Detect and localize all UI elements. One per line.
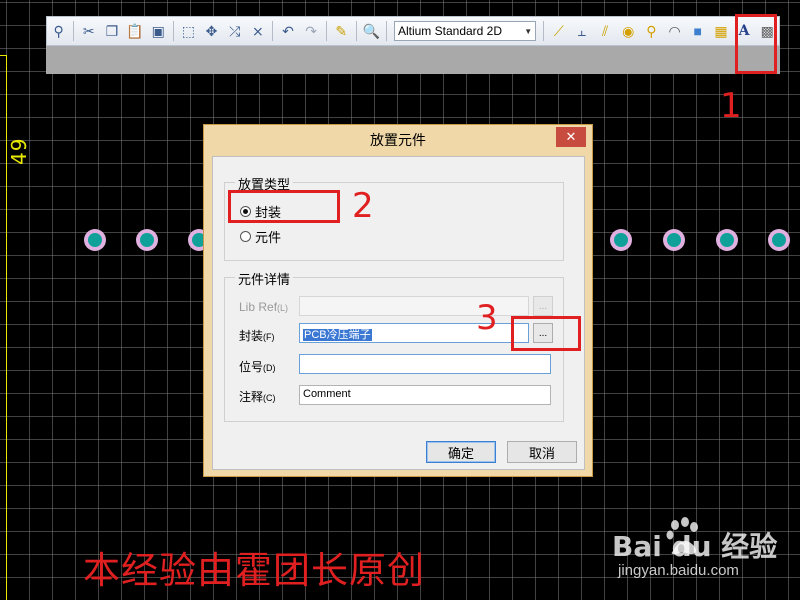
annotation-number-3: 3 xyxy=(476,298,498,338)
fill-icon[interactable]: ■ xyxy=(688,21,707,41)
cross-select-icon[interactable]: ⤮ xyxy=(225,21,244,41)
baidu-jingyan-logo: Bai du 经验 xyxy=(612,530,778,563)
board-outline-tick xyxy=(0,55,7,56)
interactive-route-icon[interactable]: ✎ xyxy=(332,21,351,41)
cut-icon[interactable]: ✂ xyxy=(79,21,98,41)
designator-field[interactable] xyxy=(299,354,551,374)
toolbar-separator xyxy=(172,21,174,41)
ok-button[interactable]: 确定 xyxy=(426,441,496,463)
annotation-box-2 xyxy=(228,190,340,223)
view-config-select[interactable]: Altium Standard 2D ▼ xyxy=(393,21,537,41)
move-icon[interactable]: ✥ xyxy=(202,21,221,41)
chevron-down-icon: ▼ xyxy=(524,26,533,36)
pcb-pad[interactable] xyxy=(136,229,158,251)
pcb-pad[interactable] xyxy=(716,229,738,251)
annotation-number-1: 1 xyxy=(720,86,742,126)
toolbar-separator xyxy=(272,21,274,41)
diff-pair-icon[interactable]: ⫽ xyxy=(595,21,614,41)
rubber-stamp-icon[interactable]: ▣ xyxy=(149,21,168,41)
dimension-label: 49 xyxy=(7,137,31,165)
close-icon: ✕ xyxy=(565,129,577,144)
clear-filter-icon[interactable]: ⨯ xyxy=(248,21,267,41)
radio-unchecked-icon xyxy=(240,231,251,242)
filter-icon[interactable]: ⚲ xyxy=(49,21,68,41)
author-watermark: 本经验由霍团长原创 xyxy=(83,549,425,592)
toolbar-separator xyxy=(73,21,75,41)
footprint-value: PCB冷压端子 xyxy=(303,329,372,341)
toolbar-separator xyxy=(543,21,545,41)
view-config-value: Altium Standard 2D xyxy=(397,24,503,38)
designator-label: 位号(D) xyxy=(239,360,276,374)
multi-route-icon[interactable]: ⫠ xyxy=(572,21,591,41)
cancel-button[interactable]: 取消 xyxy=(507,441,577,463)
footprint-label: 封装(F) xyxy=(239,329,275,343)
redo-icon[interactable]: ↷ xyxy=(302,21,321,41)
radio-component-label: 元件 xyxy=(255,230,282,245)
pcb-toolbar: ⚲ ✂ ❐ 📋 ▣ ⬚ ✥ ⤮ ⨯ ↶ ↷ ✎ 🔍 Altium Standar… xyxy=(46,16,780,46)
radio-component[interactable]: 元件 xyxy=(240,227,281,246)
close-button[interactable]: ✕ xyxy=(556,127,586,147)
annotation-box-3 xyxy=(511,316,581,351)
dialog-title: 放置元件 xyxy=(370,132,426,148)
toolbar-separator xyxy=(355,21,357,41)
pcb-pad[interactable] xyxy=(84,229,106,251)
undo-icon[interactable]: ↶ xyxy=(278,21,297,41)
component-details-label: 元件详情 xyxy=(235,269,294,288)
select-area-icon[interactable]: ⬚ xyxy=(179,21,198,41)
comment-field[interactable]: Comment xyxy=(299,385,551,405)
pad-icon[interactable]: ⚲ xyxy=(642,21,661,41)
baidu-jingyan-url: jingyan.baidu.com xyxy=(618,562,739,579)
copy-icon[interactable]: ❐ xyxy=(102,21,121,41)
toolbar-separator xyxy=(325,21,327,41)
lib-ref-browse-button: ... xyxy=(533,296,553,316)
pcb-pad[interactable] xyxy=(663,229,685,251)
polygon-icon[interactable]: ▦ xyxy=(711,21,730,41)
zoom-icon[interactable]: 🔍 xyxy=(362,21,381,41)
arc-icon[interactable]: ◠ xyxy=(665,21,684,41)
lib-ref-label: Lib Ref(L) xyxy=(239,300,289,314)
toolbar-area-background xyxy=(46,46,780,74)
pcb-pad[interactable] xyxy=(768,229,790,251)
route-icon[interactable]: ⟋ xyxy=(549,21,568,41)
paste-icon[interactable]: 📋 xyxy=(125,21,144,41)
annotation-number-2: 2 xyxy=(352,186,374,226)
pcb-pad[interactable] xyxy=(610,229,632,251)
annotation-box-1 xyxy=(735,14,777,74)
comment-label: 注释(C) xyxy=(239,390,276,404)
via-icon[interactable]: ◉ xyxy=(619,21,638,41)
place-component-dialog: 放置元件 ✕ 放置类型 封装 元件 元件详情 Lib Ref(L) ... 封装… xyxy=(203,124,593,477)
toolbar-separator xyxy=(386,21,387,41)
